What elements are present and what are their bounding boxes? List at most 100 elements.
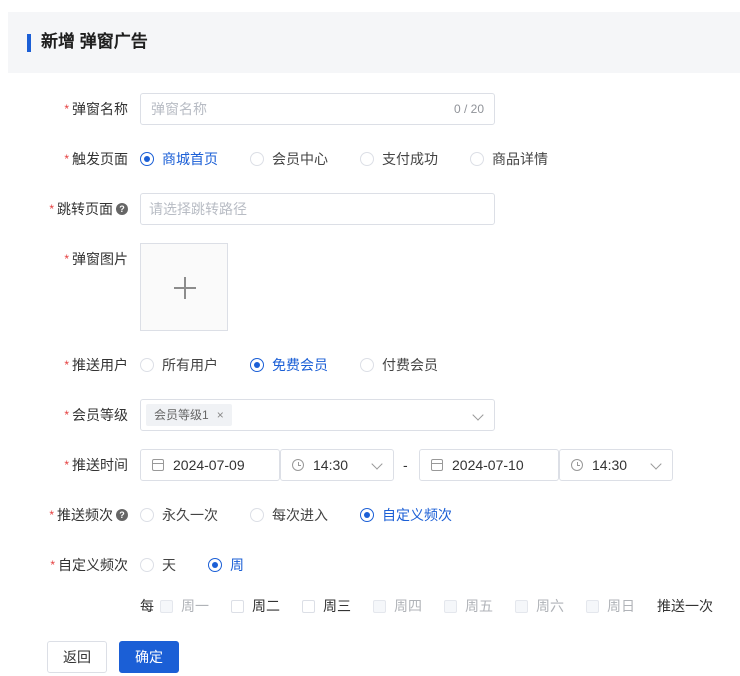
- checkbox-box: [302, 599, 315, 613]
- field-label-custom: * 自定义频次: [50, 549, 128, 581]
- form-row-name: * 弹窗名称 弹窗名称 0 / 20: [0, 93, 740, 125]
- custom-frequency-radio-group: 天 周: [140, 549, 276, 581]
- end-time-picker[interactable]: 14:30: [559, 449, 673, 481]
- member-level-select[interactable]: 会员等级1 ×: [140, 399, 495, 431]
- close-icon[interactable]: ×: [217, 404, 224, 426]
- field-label-jump: * 跳转页面 ?: [49, 193, 128, 225]
- radio-frequency-custom[interactable]: 自定义频次: [360, 505, 452, 525]
- calendar-icon: [431, 459, 443, 471]
- radio-users-free[interactable]: 免费会员: [250, 355, 328, 375]
- radio-dot: [250, 152, 264, 166]
- radio-trigger-home[interactable]: 商城首页: [140, 149, 218, 169]
- radio-dot: [360, 508, 374, 522]
- popup-name-input[interactable]: 弹窗名称 0 / 20: [140, 93, 495, 125]
- required-mark: *: [64, 252, 69, 266]
- required-mark: *: [49, 508, 54, 522]
- checkbox-wednesday[interactable]: 周三: [302, 596, 351, 616]
- checkbox-box: [586, 599, 599, 613]
- radio-dot: [250, 358, 264, 372]
- radio-dot: [360, 152, 374, 166]
- form-row-frequency: * 推送频次 ? 永久一次 每次进入 自定义频次: [0, 499, 740, 531]
- selected-level-tag: 会员等级1 ×: [146, 404, 232, 426]
- frequency-radio-group: 永久一次 每次进入 自定义频次: [140, 499, 484, 531]
- calendar-icon: [152, 459, 164, 471]
- page-header: 新增 弹窗广告: [8, 12, 740, 73]
- checkbox-tuesday[interactable]: 周二: [231, 596, 280, 616]
- field-label-users: * 推送用户: [64, 349, 128, 381]
- plus-icon-vertical: [184, 277, 186, 299]
- radio-dot: [250, 508, 264, 522]
- push-users-radio-group: 所有用户 免费会员 付费会员: [140, 349, 470, 381]
- field-label-image: * 弹窗图片: [64, 243, 128, 275]
- char-counter: 0 / 20: [453, 102, 484, 116]
- radio-trigger-product-detail[interactable]: 商品详情: [470, 149, 548, 169]
- start-time-picker[interactable]: 14:30: [280, 449, 394, 481]
- start-date-picker[interactable]: 2024-07-09: [140, 449, 280, 481]
- required-mark: *: [64, 458, 69, 472]
- radio-custom-day[interactable]: 天: [140, 555, 176, 575]
- radio-trigger-member-center[interactable]: 会员中心: [250, 149, 328, 169]
- radio-users-paid[interactable]: 付费会员: [360, 355, 438, 375]
- radio-trigger-pay-success[interactable]: 支付成功: [360, 149, 438, 169]
- field-label-level: * 会员等级: [64, 399, 128, 431]
- checkbox-box: [373, 599, 386, 613]
- radio-dot: [360, 358, 374, 372]
- help-icon[interactable]: ?: [116, 203, 128, 215]
- checkbox-monday[interactable]: 周一: [160, 596, 209, 616]
- form-row-level: * 会员等级 会员等级1 ×: [0, 399, 740, 431]
- radio-dot: [208, 558, 222, 572]
- checkbox-sunday[interactable]: 周日: [586, 596, 635, 616]
- popup-name-placeholder: 弹窗名称: [151, 101, 207, 117]
- field-label-trigger: * 触发页面: [64, 143, 128, 175]
- trigger-page-radio-group: 商城首页 会员中心 支付成功 商品详情: [140, 143, 580, 175]
- required-mark: *: [64, 358, 69, 372]
- form-row-image: * 弹窗图片: [0, 243, 740, 275]
- radio-frequency-once[interactable]: 永久一次: [140, 505, 218, 525]
- radio-frequency-every-visit[interactable]: 每次进入: [250, 505, 328, 525]
- form-row-jump: * 跳转页面 ? 请选择跳转路径: [0, 193, 740, 225]
- radio-dot: [140, 508, 154, 522]
- radio-dot: [140, 558, 154, 572]
- field-label-frequency: * 推送频次 ?: [49, 499, 128, 531]
- form-row-custom: * 自定义频次 天 周: [0, 549, 740, 581]
- checkbox-box: [231, 599, 244, 613]
- checkbox-friday[interactable]: 周五: [444, 596, 493, 616]
- checkbox-box: [444, 599, 457, 613]
- radio-dot: [140, 152, 154, 166]
- field-label-time: * 推送时间: [64, 449, 128, 481]
- end-date-picker[interactable]: 2024-07-10: [419, 449, 559, 481]
- radio-dot: [470, 152, 484, 166]
- image-upload-button[interactable]: [140, 243, 228, 331]
- week-suffix: 推送一次: [657, 598, 713, 614]
- chevron-down-icon: [650, 458, 662, 470]
- chevron-down-icon: [472, 409, 484, 421]
- checkbox-box: [515, 599, 528, 613]
- chevron-down-icon: [371, 458, 383, 470]
- page-title: 新增 弹窗广告: [41, 32, 148, 51]
- checkbox-saturday[interactable]: 周六: [515, 596, 564, 616]
- confirm-button[interactable]: 确定: [119, 641, 179, 673]
- jump-path-placeholder: 请选择跳转路径: [149, 201, 247, 217]
- radio-dot: [140, 358, 154, 372]
- title-accent-bar: [27, 34, 31, 52]
- form-row-time: * 推送时间 2024-07-09 14:30 - 2024-07-10 14:…: [0, 449, 740, 481]
- field-label-name: * 弹窗名称: [64, 93, 128, 125]
- checkbox-thursday[interactable]: 周四: [373, 596, 422, 616]
- radio-users-all[interactable]: 所有用户: [140, 355, 218, 375]
- clock-icon: [292, 459, 304, 471]
- clock-icon: [571, 459, 583, 471]
- help-icon[interactable]: ?: [116, 509, 128, 521]
- radio-custom-week[interactable]: 周: [208, 555, 244, 575]
- form-row-users: * 推送用户 所有用户 免费会员 付费会员: [0, 349, 740, 381]
- back-button[interactable]: 返回: [47, 641, 107, 673]
- weekday-checkbox-row: 每 周一 周二 周三 周四 周五 周六 周日 推送一次: [140, 592, 713, 620]
- required-mark: *: [64, 152, 69, 166]
- jump-path-select[interactable]: 请选择跳转路径: [140, 193, 495, 225]
- required-mark: *: [49, 202, 54, 216]
- required-mark: *: [50, 558, 55, 572]
- required-mark: *: [64, 408, 69, 422]
- week-prefix: 每: [140, 598, 154, 614]
- form-row-trigger: * 触发页面 商城首页 会员中心 支付成功 商品详情: [0, 143, 740, 175]
- date-range-separator: -: [403, 457, 408, 473]
- checkbox-box: [160, 599, 173, 613]
